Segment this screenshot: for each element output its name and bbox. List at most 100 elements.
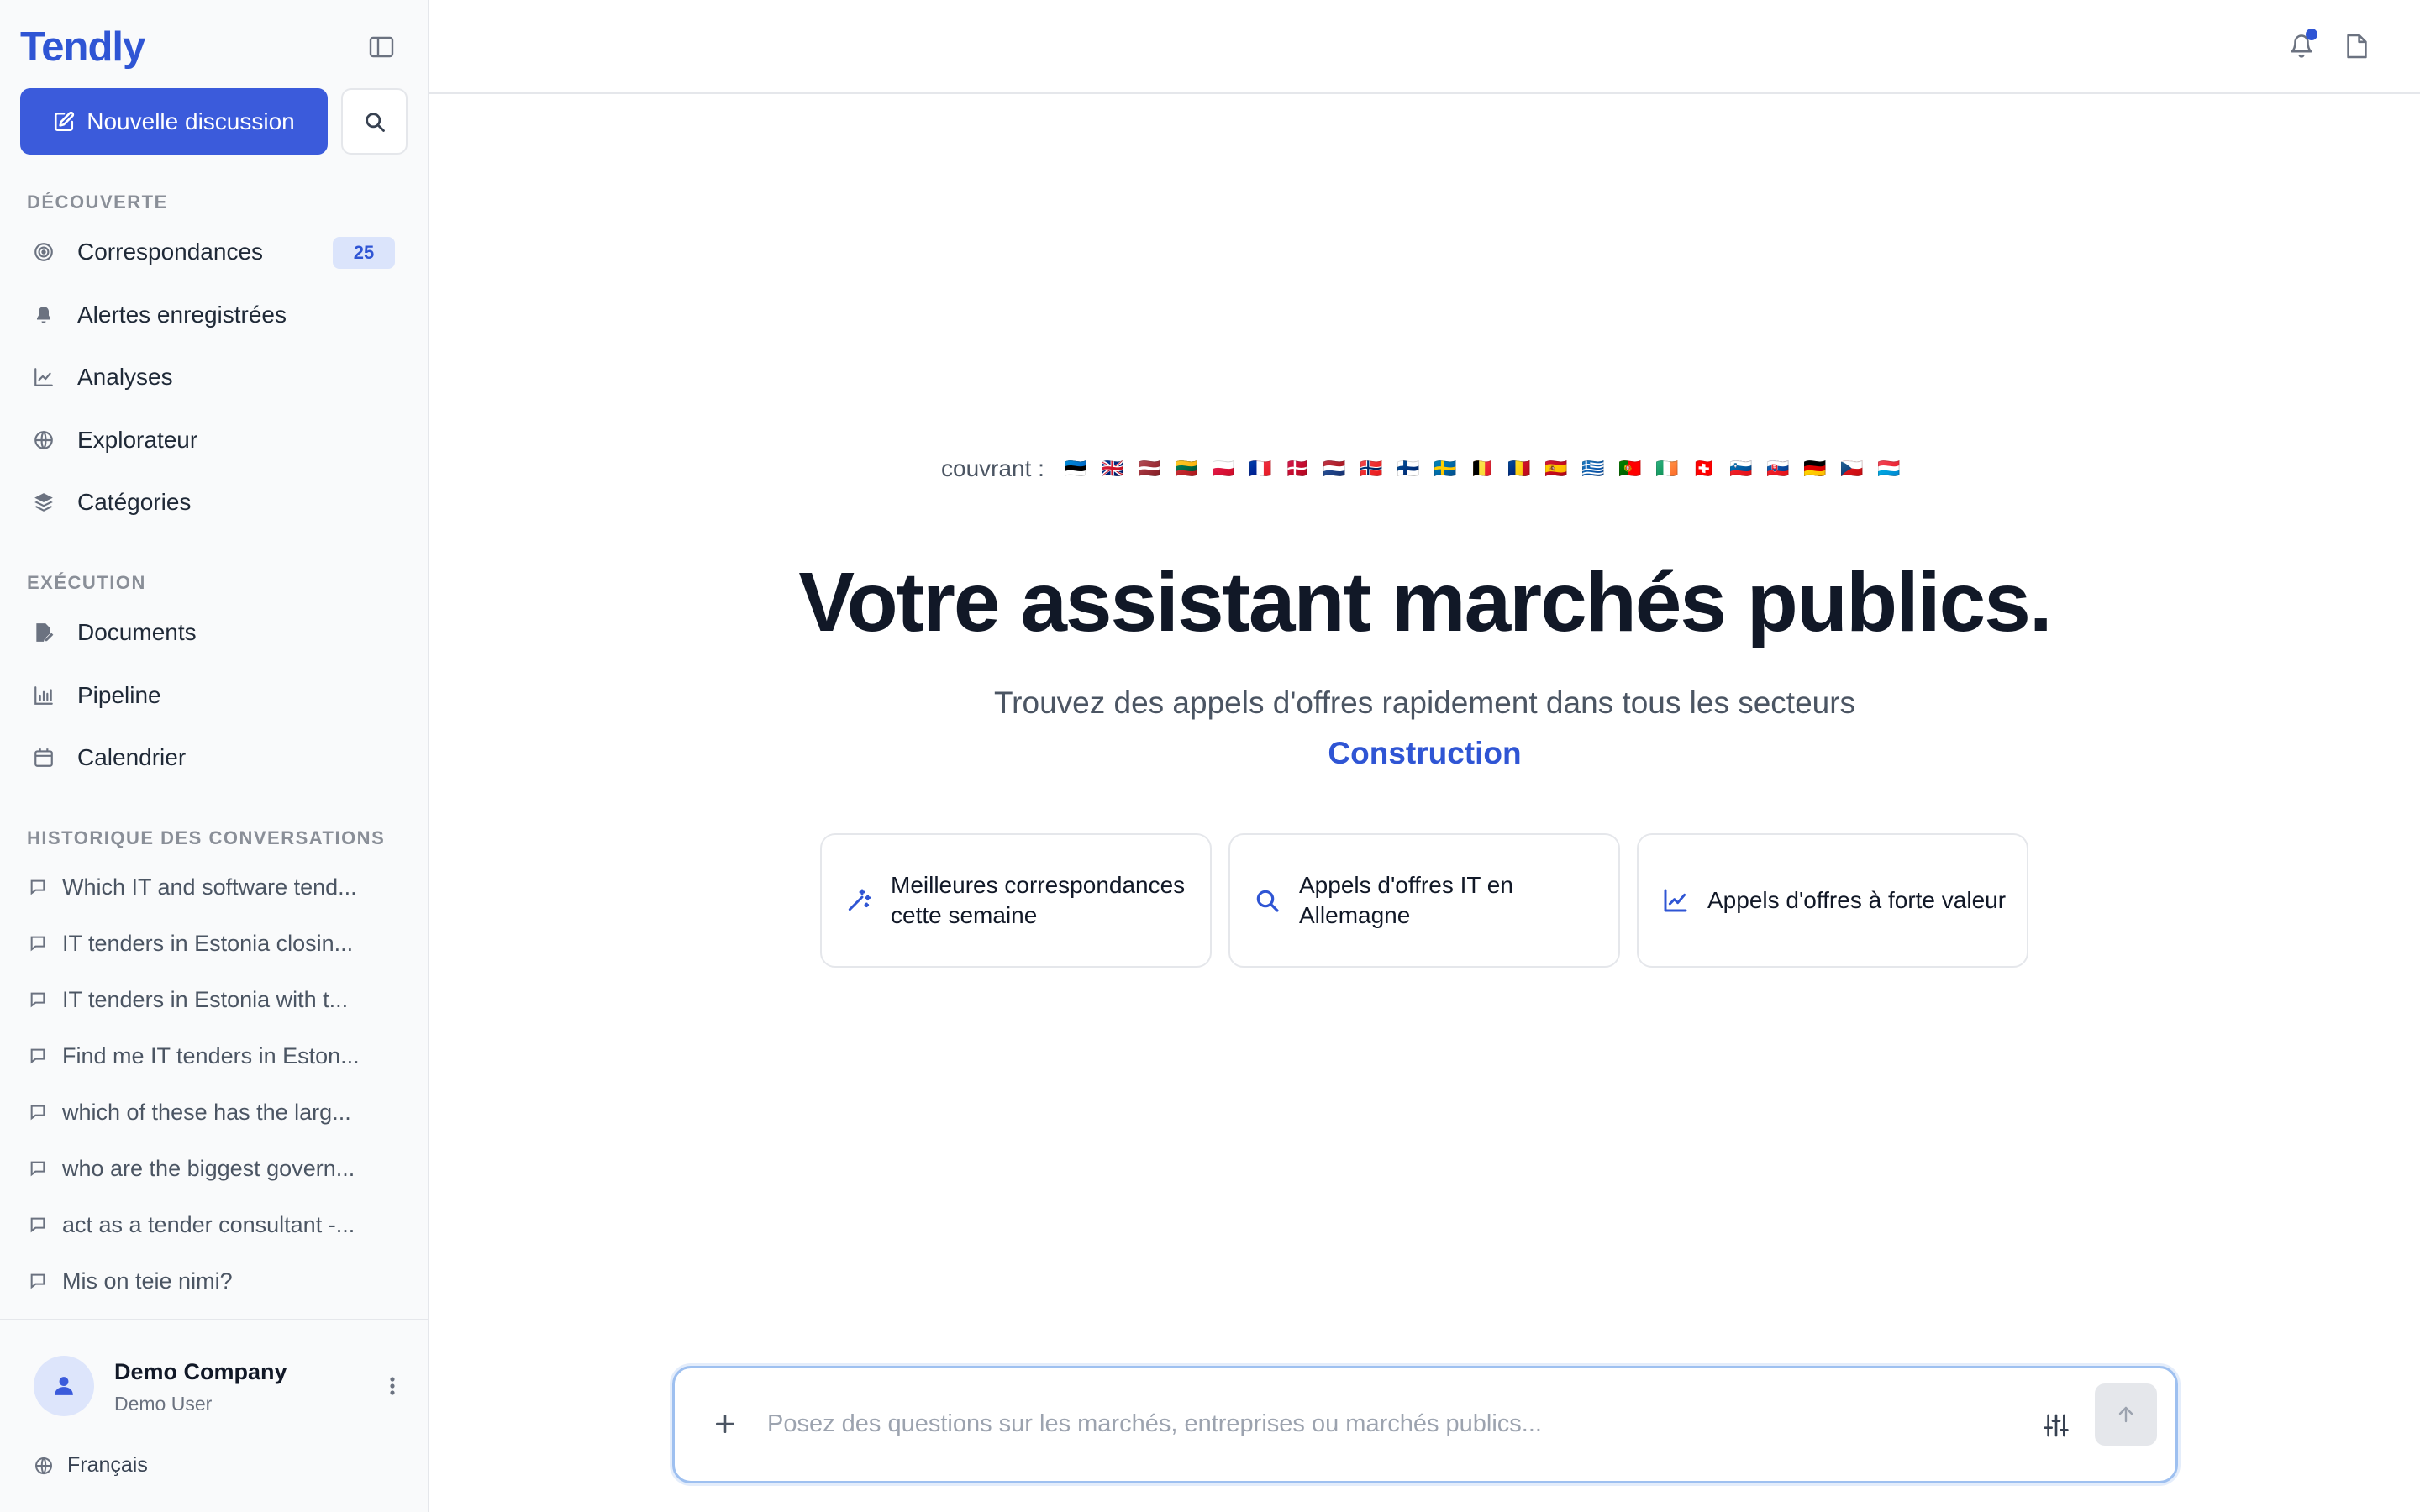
flag-slovakia: 🇸🇰 [1766,458,1790,479]
sidebar-item-label: Explorateur [77,427,198,453]
coverage-label: couvrant : [941,455,1044,481]
history-item[interactable]: who are the biggest govern... [20,1145,408,1192]
history-item-label: IT tenders in Estonia with t... [62,986,349,1012]
message-icon [24,1272,52,1290]
suggestion-label: Meilleures correspondances cette semaine [891,872,1186,928]
history-item-label: Find me IT tenders in Eston... [62,1042,360,1068]
section-label-execution: EXÉCUTION [27,572,146,593]
attach-button[interactable] [707,1405,744,1442]
flag-finland: 🇫🇮 [1397,458,1420,479]
suggestion-card-it-germany[interactable]: Appels d'offres IT en Allemagne [1228,833,1620,968]
sidebar-item-calendar[interactable]: Calendrier [20,731,408,785]
flag-luxembourg: 🇱🇺 [1877,458,1901,479]
language-selector[interactable]: Français [34,1453,148,1478]
flag-portugal: 🇵🇹 [1618,458,1642,479]
message-icon [24,1215,52,1234]
magic-wand-icon [842,884,876,917]
user-name: Demo User [114,1393,213,1415]
app-logo[interactable]: Tendly [20,22,145,72]
flag-denmark: 🇩🇰 [1286,458,1309,479]
message-icon [24,1103,52,1121]
file-icon [2347,34,2367,59]
search-icon [365,112,385,132]
filters-button[interactable] [2036,1405,2076,1446]
language-label: Français [67,1453,148,1477]
sidebar-item-explorer[interactable]: Explorateur [20,413,408,467]
history-item-label: IT tenders in Estonia closin... [62,930,354,956]
flag-greece: 🇬🇷 [1581,458,1605,479]
sidebar-item-categories[interactable]: Catégories [20,475,408,529]
chart-line-icon [25,359,62,396]
history-item[interactable]: Find me IT tenders in Eston... [20,1032,408,1079]
layers-icon [25,484,62,521]
suggestion-card-high-value[interactable]: Appels d'offres à forte valeur [1637,833,2028,968]
flag-united-kingdom: 🇬🇧 [1101,458,1124,479]
globe-icon [35,1457,52,1474]
calendar-icon [25,739,62,776]
flag-netherlands: 🇳🇱 [1323,458,1346,479]
user-panel: Demo Company Demo User Français [0,1319,428,1512]
history-item[interactable]: which of these has the larg... [20,1089,408,1136]
page-title: Votre assistant marchés publics. [798,555,2052,649]
flag-norway: 🇳🇴 [1360,458,1383,479]
sidebar-item-saved-alerts[interactable]: Alertes enregistrées [20,288,408,342]
flag-romania: 🇷🇴 [1507,458,1531,479]
history-item[interactable]: IT tenders in Estonia closin... [20,920,408,967]
target-icon [25,234,62,270]
avatar[interactable] [34,1356,94,1416]
page-subtitle: Trouvez des appels d'offres rapidement d… [993,685,1856,720]
sidebar-item-label: Calendrier [77,744,187,770]
flag-france: 🇫🇷 [1249,458,1272,479]
sidebar-item-label: Documents [77,619,197,645]
flag-germany: 🇩🇪 [1803,458,1827,479]
notifications-button[interactable] [2281,25,2323,67]
history-item[interactable]: act as a tender consultant -... [20,1201,408,1248]
sidebar-item-correspondances[interactable]: Correspondances 25 [20,225,408,279]
user-menu-button[interactable] [380,1369,405,1403]
sidebar-item-pipeline[interactable]: Pipeline [20,669,408,722]
send-button[interactable] [2095,1383,2157,1446]
arrow-up-icon [2118,1406,2133,1423]
coverage-row: couvrant : 🇪🇪 🇬🇧 🇱🇻 🇱🇹 🇵🇱 🇫🇷 🇩🇰 🇳🇱 🇳🇴 🇫🇮… [941,452,1903,486]
sidebar-item-label: Alertes enregistrées [77,302,287,328]
message-icon [24,990,52,1009]
sidebar: Tendly Nouvelle discussion DÉCOUVERTE Co… [0,0,429,1512]
history-item-label: who are the biggest govern... [62,1155,355,1181]
flag-czechia: 🇨🇿 [1840,458,1864,479]
history-item-label: act as a tender consultant -... [62,1211,355,1237]
search-icon [1250,884,1284,917]
more-vertical-icon [390,1377,395,1395]
sidebar-item-label: Correspondances [77,239,264,265]
count-badge: 25 [333,237,395,269]
sidebar-item-documents[interactable]: Documents [20,606,408,659]
bell-icon [25,297,62,333]
new-discussion-button[interactable]: Nouvelle discussion [20,88,328,155]
flag-latvia: 🇱🇻 [1138,458,1161,479]
section-label-discovery: DÉCOUVERTE [27,192,168,213]
top-bar [429,0,2420,94]
file-edit-icon [25,614,62,651]
history-item[interactable]: Which IT and software tend... [20,864,408,911]
plus-icon [715,1414,735,1434]
suggestion-card-best-matches[interactable]: Meilleures correspondances cette semaine [820,833,1212,968]
history-item[interactable]: Mis on teie nimi? [20,1257,408,1305]
search-button[interactable] [341,88,408,155]
message-icon [24,878,52,896]
message-icon [24,934,52,953]
sidebar-panel-icon [369,36,394,58]
flag-belgium: 🇧🇪 [1470,458,1494,479]
chat-input[interactable] [767,1402,1860,1446]
documents-button[interactable] [2336,25,2378,67]
section-label-history: HISTORIQUE DES CONVERSATIONS [27,827,386,848]
history-item[interactable]: IT tenders in Estonia with t... [20,976,408,1023]
user-icon [55,1377,73,1395]
edit-icon [55,111,75,131]
sidebar-toggle-button[interactable] [363,32,400,62]
flag-poland: 🇵🇱 [1212,458,1235,479]
user-company: Demo Company [114,1359,287,1384]
message-icon [24,1159,52,1178]
sidebar-item-label: Analyses [77,364,173,390]
notification-dot [2306,29,2317,40]
rotating-sector: Construction [1328,736,1522,770]
sidebar-item-analyses[interactable]: Analyses [20,350,408,404]
